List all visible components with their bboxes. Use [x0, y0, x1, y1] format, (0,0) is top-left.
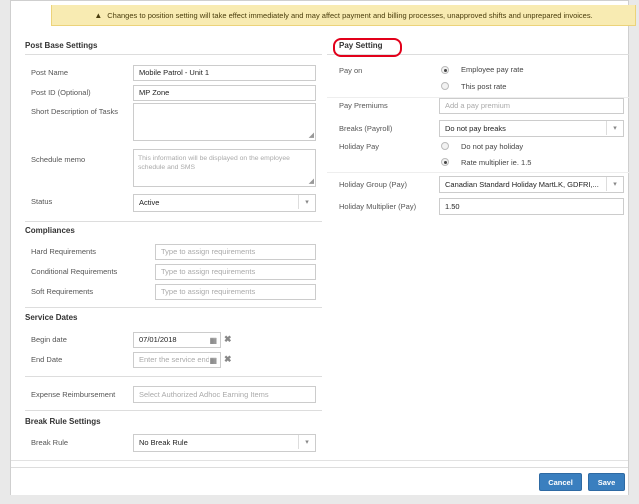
resize-grip-icon[interactable]: ◢ [309, 178, 314, 185]
warning-triangle-icon: ▲ [94, 11, 103, 20]
break-rule-settings-title: Break Rule Settings [25, 417, 101, 426]
pay-on-employee-label: Employee pay rate [461, 65, 524, 74]
schedule-memo-label: Schedule memo [31, 155, 86, 164]
pay-on-label: Pay on [339, 66, 363, 75]
holiday-group-select[interactable]: Canadian Standard Holiday MartLK, GDFRI,… [439, 176, 624, 193]
left-column: Post Base Settings Post Name Mobile Patr… [25, 41, 322, 452]
breaks-payroll-select[interactable]: Do not pay breaks [439, 120, 624, 137]
schedule-memo-placeholder: This information will be displayed on th… [138, 155, 290, 171]
post-name-input[interactable]: Mobile Patrol - Unit 1 [133, 65, 316, 81]
expense-reimbursement-input[interactable]: Select Authorized Adhoc Earning Items [133, 386, 316, 403]
begin-date-input[interactable]: 07/01/2018 ▦ [133, 332, 221, 348]
position-settings-modal: ▲ Changes to position setting will take e… [10, 0, 636, 495]
content-bottom-divider [11, 460, 628, 461]
short-description-textarea[interactable]: ◢ [133, 103, 316, 141]
calendar-icon[interactable]: ▦ [209, 334, 217, 347]
soft-requirements-label: Soft Requirements [31, 287, 94, 296]
service-dates-title: Service Dates [25, 313, 78, 322]
holiday-no-pay-label: Do not pay holiday [461, 142, 524, 151]
service-dates-section: Service Dates [25, 307, 322, 327]
status-label: Status [31, 197, 53, 206]
holiday-group-label: Holiday Group (Pay) [339, 180, 407, 189]
end-date-input[interactable]: Enter the service end ▦ [133, 352, 221, 368]
holiday-multiplier-input[interactable]: 1.50 [439, 198, 624, 215]
post-name-label: Post Name [31, 68, 69, 77]
highlight-annotation [333, 38, 402, 57]
status-select[interactable]: Active [133, 194, 316, 212]
holiday-no-pay-radio[interactable] [441, 142, 449, 150]
break-rule-select[interactable]: No Break Rule [133, 434, 316, 452]
pay-premiums-label: Pay Premiums [339, 101, 388, 110]
compliances-section: Compliances [25, 221, 322, 240]
post-id-input[interactable]: MP Zone [133, 85, 316, 101]
holiday-divider [327, 172, 629, 173]
pay-on-employee-radio[interactable] [441, 66, 449, 74]
end-date-placeholder: Enter the service end [139, 355, 210, 364]
save-button[interactable]: Save [588, 473, 625, 491]
end-date-label: End Date [31, 355, 63, 364]
conditional-requirements-label: Conditional Requirements [31, 267, 118, 276]
modal-footer: Cancel Save [11, 467, 628, 495]
expense-reimbursement-label: Expense Reimbursement [31, 390, 116, 399]
breaks-payroll-label: Breaks (Payroll) [339, 124, 393, 133]
post-base-settings-title: Post Base Settings [25, 41, 322, 55]
right-column: Pay Setting Pay on Employee pay rate Thi… [327, 38, 629, 215]
holiday-multiplier-label: Holiday Multiplier (Pay) [339, 202, 417, 211]
post-id-label: Post ID (Optional) [31, 88, 91, 97]
clear-end-date-icon[interactable]: ✖ [224, 354, 232, 365]
short-description-label: Short Description of Tasks [31, 107, 118, 116]
resize-grip-icon[interactable]: ◢ [309, 132, 314, 139]
break-rule-label: Break Rule [31, 438, 69, 447]
cancel-button[interactable]: Cancel [539, 473, 582, 491]
holiday-pay-label: Holiday Pay [339, 142, 380, 151]
conditional-requirements-input[interactable]: Type to assign requirements [155, 264, 316, 280]
calendar-icon[interactable]: ▦ [209, 354, 217, 367]
holiday-rate-multiplier-label: Rate multiplier ie. 1.5 [461, 158, 532, 167]
begin-date-value: 07/01/2018 [139, 335, 177, 344]
pay-premiums-input[interactable]: Add a pay premium [439, 98, 624, 114]
pay-on-post-radio[interactable] [441, 82, 449, 90]
warning-text: Changes to position setting will take ef… [107, 11, 593, 20]
warning-banner: ▲ Changes to position setting will take e… [51, 5, 636, 26]
schedule-memo-textarea[interactable]: This information will be displayed on th… [133, 149, 316, 187]
break-rule-section: Break Rule Settings [25, 410, 322, 431]
pay-on-post-label: This post rate [461, 82, 507, 91]
holiday-rate-multiplier-radio[interactable] [441, 158, 449, 166]
clear-begin-date-icon[interactable]: ✖ [224, 334, 232, 345]
hard-requirements-label: Hard Requirements [31, 247, 97, 256]
expense-divider [25, 376, 322, 377]
hard-requirements-input[interactable]: Type to assign requirements [155, 244, 316, 260]
soft-requirements-input[interactable]: Type to assign requirements [155, 284, 316, 300]
pay-setting-header: Pay Setting [327, 38, 629, 57]
begin-date-label: Begin date [31, 335, 67, 344]
compliances-title: Compliances [25, 226, 75, 235]
